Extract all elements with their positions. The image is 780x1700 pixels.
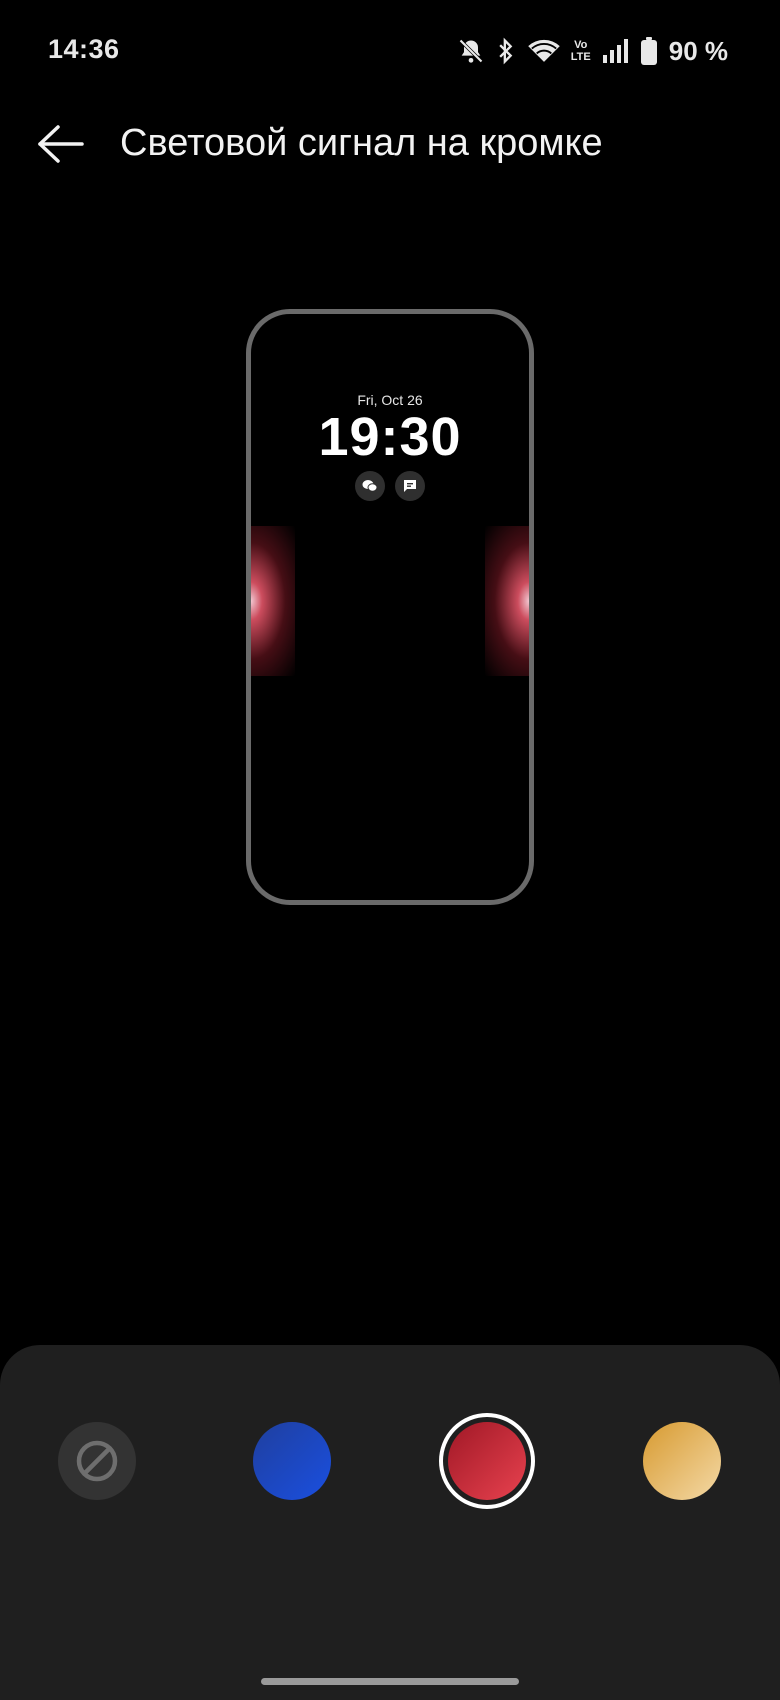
wechat-icon: [355, 471, 385, 501]
volte-label-top: Vo: [574, 39, 588, 51]
arrow-left-icon: [38, 125, 84, 163]
preview-notifications: [251, 471, 529, 501]
signal-icon: [601, 38, 631, 64]
phone-preview: Fri, Oct 26 19:30: [246, 309, 534, 905]
color-picker-panel: [0, 1345, 780, 1700]
message-icon: [395, 471, 425, 501]
back-button[interactable]: [32, 116, 88, 172]
status-bar: 14:36 Vo LTE 90 %: [0, 0, 780, 100]
volte-label-bottom: LTE: [570, 51, 591, 63]
color-option-gold[interactable]: [643, 1422, 721, 1500]
battery-icon: [640, 37, 657, 65]
preview-clock: 19:30: [318, 407, 462, 467]
bell-muted-icon: [457, 37, 485, 65]
battery-percent: 90 %: [668, 35, 728, 66]
color-option-red-selected[interactable]: [439, 1413, 535, 1509]
status-icons: Vo LTE 90 %: [457, 34, 728, 68]
color-option-none[interactable]: [58, 1422, 136, 1500]
status-time: 14:36: [48, 34, 120, 64]
wifi-icon: [527, 37, 561, 65]
edge-glow-left: [251, 526, 295, 676]
header: Световой сигнал на кромке: [0, 112, 780, 176]
home-indicator[interactable]: [261, 1678, 519, 1685]
color-option-red: [448, 1422, 526, 1500]
disabled-icon: [76, 1440, 118, 1482]
bluetooth-icon: [495, 37, 517, 65]
page-title: Световой сигнал на кромке: [120, 122, 603, 164]
edge-glow-right: [485, 526, 529, 676]
color-option-blue[interactable]: [253, 1422, 331, 1500]
volte-icon: Vo LTE: [571, 39, 591, 63]
